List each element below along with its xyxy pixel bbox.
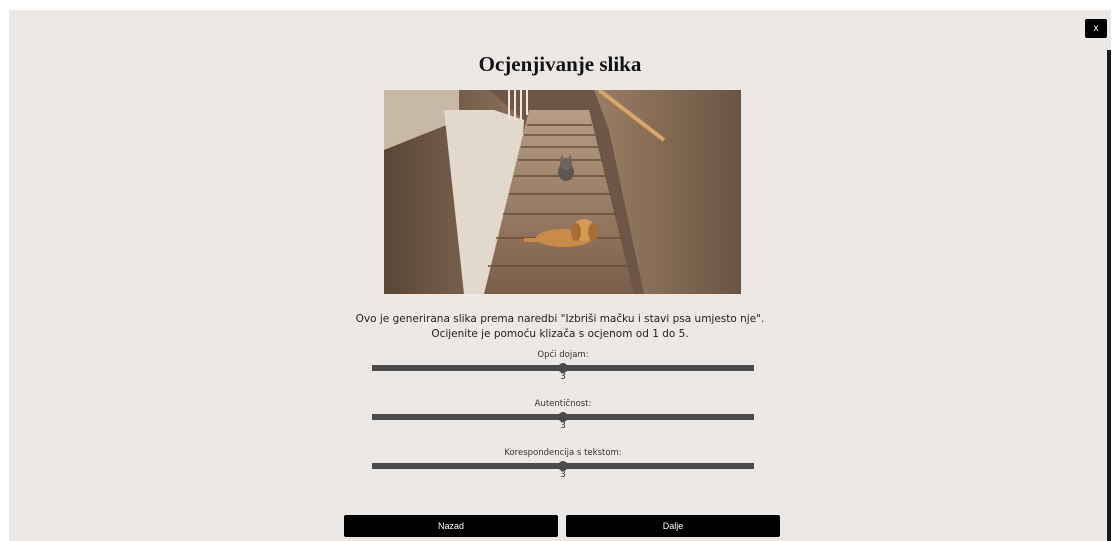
slider-general-impression: Opći dojam: 3: [372, 349, 754, 382]
scrollbar[interactable]: [1107, 50, 1111, 541]
slider-label: Autentičnost:: [534, 399, 592, 409]
slider-text-correspondence: Korespondencija s tekstom: 3: [372, 447, 754, 480]
close-button[interactable]: x: [1085, 19, 1107, 38]
instructions-text: Ovo je generirana slika prema naredbi "I…: [9, 312, 1111, 342]
slider-thumb[interactable]: [558, 363, 568, 373]
instructions-line-1: Ovo je generirana slika prema naredbi "I…: [355, 313, 765, 325]
slider-value: 3: [560, 470, 566, 480]
text-correspondence-slider[interactable]: [372, 461, 754, 471]
rating-dialog: x Ocjenjivanje slika Ovo je generirana s…: [9, 10, 1111, 541]
back-button[interactable]: Nazad: [344, 515, 558, 537]
authenticity-slider[interactable]: [372, 412, 754, 422]
page-title: Ocjenjivanje slika: [478, 52, 642, 76]
slider-thumb[interactable]: [558, 461, 568, 471]
next-button[interactable]: Dalje: [566, 515, 780, 537]
instructions-line-2: Ocijenite je pomoću klizača s ocjenom od…: [431, 328, 689, 340]
slider-label: Korespondencija s tekstom:: [504, 448, 622, 458]
slider-value: 3: [560, 421, 566, 431]
slider-label: Opći dojam:: [537, 350, 589, 360]
slider-thumb[interactable]: [558, 412, 568, 422]
slider-authenticity: Autentičnost: 3: [372, 398, 754, 431]
stairs-scene-image: [384, 90, 741, 294]
generated-image: [384, 90, 741, 294]
slider-value: 3: [560, 372, 566, 382]
general-impression-slider[interactable]: [372, 363, 754, 373]
